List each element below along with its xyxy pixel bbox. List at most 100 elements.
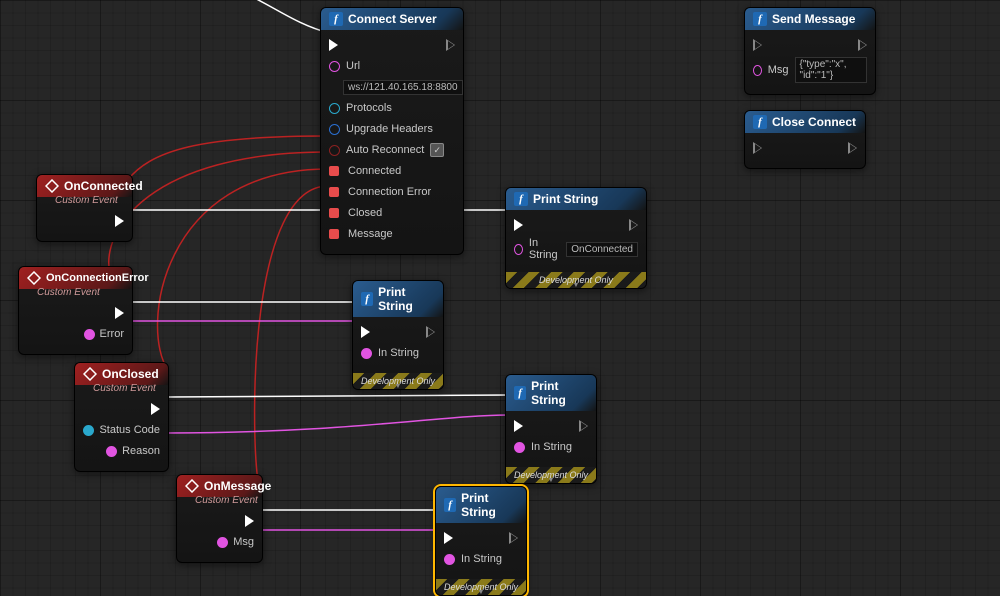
node-header[interactable]: OnConnectionError bbox=[19, 267, 132, 289]
node-header[interactable]: f Print String bbox=[353, 281, 443, 317]
upgrade-headers-pin[interactable] bbox=[329, 124, 340, 135]
status-code-pin[interactable] bbox=[83, 425, 94, 436]
exec-out-pin[interactable] bbox=[848, 142, 857, 154]
exec-in-pin[interactable] bbox=[514, 219, 523, 231]
in-string-pin[interactable] bbox=[514, 442, 525, 453]
function-icon: f bbox=[753, 12, 767, 26]
error-pin[interactable] bbox=[84, 329, 95, 340]
node-title: Print String bbox=[533, 192, 598, 206]
auto-reconnect-pin[interactable] bbox=[329, 145, 340, 156]
node-title: Close Connect bbox=[772, 115, 856, 129]
exec-in-pin[interactable] bbox=[329, 39, 338, 51]
msg-input[interactable]: {"type":"x", "id":"1"} bbox=[795, 57, 867, 83]
auto-reconnect-checkbox[interactable] bbox=[430, 143, 444, 157]
msg-label: Msg bbox=[768, 64, 789, 76]
dev-footer[interactable]: Development Only bbox=[353, 373, 443, 389]
protocols-label: Protocols bbox=[346, 102, 392, 114]
node-title: Print String bbox=[378, 285, 435, 313]
node-print-string-3[interactable]: f Print String In String Development Onl… bbox=[505, 374, 597, 484]
node-header[interactable]: OnClosed bbox=[75, 363, 168, 385]
node-on-connected[interactable]: OnConnected Custom Event bbox=[36, 174, 133, 242]
node-close-connect[interactable]: f Close Connect bbox=[744, 110, 866, 169]
event-icon bbox=[27, 271, 41, 285]
exec-out-pin[interactable] bbox=[115, 215, 124, 227]
exec-in-pin[interactable] bbox=[753, 142, 762, 154]
protocols-pin[interactable] bbox=[329, 103, 340, 114]
exec-in-pin[interactable] bbox=[361, 326, 370, 338]
node-print-string-4[interactable]: f Print String In String Development Onl… bbox=[435, 486, 527, 596]
status-code-label: Status Code bbox=[99, 424, 160, 436]
node-subtitle: Custom Event bbox=[93, 383, 168, 394]
node-header[interactable]: f Print String bbox=[506, 188, 646, 210]
exec-out-pin[interactable] bbox=[426, 326, 435, 338]
exec-out-pin[interactable] bbox=[446, 39, 455, 51]
node-send-message[interactable]: f Send Message Msg {"type":"x", "id":"1"… bbox=[744, 7, 876, 95]
url-pin[interactable] bbox=[329, 61, 340, 72]
msg-pin[interactable] bbox=[753, 65, 762, 76]
node-on-message[interactable]: OnMessage Custom Event Msg bbox=[176, 474, 263, 563]
node-header[interactable]: f Print String bbox=[436, 487, 526, 523]
exec-out-pin[interactable] bbox=[509, 532, 518, 544]
connected-pin[interactable] bbox=[329, 166, 339, 176]
node-title: OnConnected bbox=[64, 179, 143, 193]
msg-label: Msg bbox=[233, 536, 254, 548]
in-string-pin[interactable] bbox=[514, 244, 523, 255]
exec-in-pin[interactable] bbox=[514, 420, 523, 432]
closed-label: Closed bbox=[348, 207, 382, 219]
in-string-label: In String bbox=[531, 441, 572, 453]
function-icon: f bbox=[444, 498, 456, 512]
exec-out-pin[interactable] bbox=[245, 515, 254, 527]
node-header[interactable]: OnConnected bbox=[37, 175, 132, 197]
node-title: Send Message bbox=[772, 12, 855, 26]
exec-out-pin[interactable] bbox=[151, 403, 160, 415]
node-on-connection-error[interactable]: OnConnectionError Custom Event Error bbox=[18, 266, 133, 355]
dev-footer[interactable]: Development Only bbox=[506, 467, 596, 483]
dev-footer[interactable]: Development Only bbox=[506, 272, 646, 288]
upgrade-headers-label: Upgrade Headers bbox=[346, 123, 433, 135]
node-header[interactable]: f Connect Server bbox=[321, 8, 463, 30]
error-label: Error bbox=[100, 328, 124, 340]
node-connect-server[interactable]: f Connect Server Url ws://121.40.165.18:… bbox=[320, 7, 464, 255]
function-icon: f bbox=[361, 292, 373, 306]
exec-in-pin[interactable] bbox=[444, 532, 453, 544]
in-string-label: In String bbox=[461, 553, 502, 565]
url-label: Url bbox=[346, 60, 360, 72]
message-label: Message bbox=[348, 228, 393, 240]
connection-error-pin[interactable] bbox=[329, 187, 339, 197]
node-subtitle: Custom Event bbox=[195, 495, 262, 506]
in-string-input[interactable]: OnConnected bbox=[566, 242, 638, 257]
msg-pin[interactable] bbox=[217, 537, 228, 548]
node-title: Print String bbox=[531, 379, 588, 407]
node-print-string-2[interactable]: f Print String In String Development Onl… bbox=[352, 280, 444, 390]
exec-out-pin[interactable] bbox=[858, 39, 867, 51]
reason-label: Reason bbox=[122, 445, 160, 457]
node-title: Connect Server bbox=[348, 12, 437, 26]
function-icon: f bbox=[514, 386, 526, 400]
node-header[interactable]: f Print String bbox=[506, 375, 596, 411]
in-string-label: In String bbox=[529, 237, 560, 261]
auto-reconnect-label: Auto Reconnect bbox=[346, 144, 424, 156]
closed-pin[interactable] bbox=[329, 208, 339, 218]
exec-in-pin[interactable] bbox=[753, 39, 762, 51]
event-icon bbox=[45, 179, 59, 193]
node-title: OnConnectionError bbox=[46, 272, 149, 284]
node-subtitle: Custom Event bbox=[55, 195, 132, 206]
node-print-string-1[interactable]: f Print String In String OnConnected Dev… bbox=[505, 187, 647, 289]
node-header[interactable]: f Close Connect bbox=[745, 111, 865, 133]
exec-out-pin[interactable] bbox=[629, 219, 638, 231]
connection-error-label: Connection Error bbox=[348, 186, 431, 198]
node-header[interactable]: f Send Message bbox=[745, 8, 875, 30]
connected-label: Connected bbox=[348, 165, 401, 177]
exec-out-pin[interactable] bbox=[115, 307, 124, 319]
function-icon: f bbox=[329, 12, 343, 26]
node-title: OnClosed bbox=[102, 367, 159, 381]
message-pin[interactable] bbox=[329, 229, 339, 239]
in-string-pin[interactable] bbox=[361, 348, 372, 359]
event-icon bbox=[83, 367, 97, 381]
dev-footer[interactable]: Development Only bbox=[436, 579, 526, 595]
reason-pin[interactable] bbox=[106, 446, 117, 457]
url-input[interactable]: ws://121.40.165.18:8800 bbox=[343, 80, 463, 95]
exec-out-pin[interactable] bbox=[579, 420, 588, 432]
node-header[interactable]: OnMessage bbox=[177, 475, 262, 497]
node-on-closed[interactable]: OnClosed Custom Event Status Code Reason bbox=[74, 362, 169, 472]
